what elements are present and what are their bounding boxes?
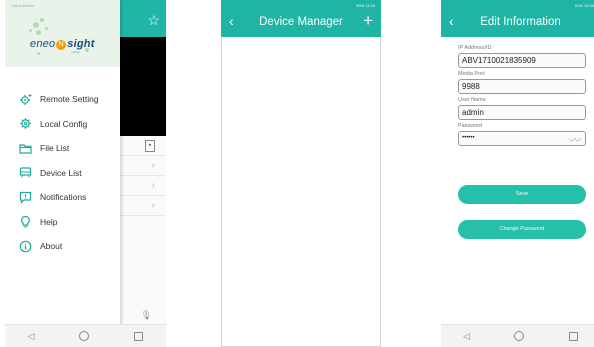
status-bar: 91% 10:55 (441, 0, 594, 10)
menu-item-device-list[interactable]: Device List (5, 161, 120, 186)
password-label: Password (458, 123, 483, 129)
menu-item-help[interactable]: Help (5, 210, 120, 235)
nav-recent-icon[interactable] (568, 331, 578, 341)
nav-home-icon[interactable] (514, 331, 525, 341)
menu-item-label: Notifications (40, 192, 87, 203)
page-title: Edit Information (480, 16, 561, 28)
menu-item-remote-setting[interactable]: Remote Setting (5, 87, 120, 112)
menu-item-notifications[interactable]: Notifications (5, 185, 120, 210)
nav-back-icon[interactable]: ◁ (463, 331, 470, 341)
menu-item-about[interactable]: About (5, 234, 120, 259)
password-value: •••••• (462, 135, 475, 141)
star-icon[interactable]: ☆ (147, 12, 160, 29)
list-row[interactable]: › (120, 156, 166, 176)
password-field[interactable]: •••••• ◡◡ (458, 131, 586, 146)
android-nav-bar: ◁ (5, 324, 166, 347)
menu-item-label: Device List (40, 167, 82, 178)
info-icon (19, 240, 32, 253)
user-name-field[interactable]: admin (458, 105, 586, 120)
app-bar: 90% 11:34 ‹ Device Manager + (221, 0, 381, 37)
drawer-header: China Mobile eneo Nsight mobile (5, 0, 120, 67)
list-row[interactable]: › (120, 176, 166, 196)
nav-home-icon[interactable] (79, 331, 90, 341)
list-row[interactable]: › (120, 196, 166, 216)
list-row: ▪ (120, 136, 166, 156)
microphone-icon[interactable]: 🎙 (141, 310, 152, 321)
menu-item-label: About (40, 241, 63, 252)
device-list-area (221, 37, 381, 347)
page-title: Device Manager (259, 16, 343, 28)
gear-plus-icon (19, 93, 32, 106)
chevron-right-icon: › (151, 180, 155, 191)
menu-item-file-list[interactable]: File List (5, 136, 120, 161)
menu-item-label: Help (40, 216, 58, 227)
nav-back-icon[interactable]: ◁ (28, 331, 35, 341)
nav-recent-icon[interactable] (134, 331, 144, 341)
edit-form: IP Address/ID ABV1710021835909 Media Por… (458, 42, 586, 148)
menu-item-label: Local Config (40, 118, 88, 129)
logo-subtitle: mobile (71, 50, 80, 54)
lightbulb-icon (19, 215, 32, 228)
chevron-right-icon: › (151, 200, 155, 211)
status-battery-time: 91% 10:55 (574, 2, 594, 8)
phone-side-menu-screen: ☆ ▪ › › › 🎙 China Mobile eneo N sight mo… (5, 0, 166, 347)
phone-edit-information-screen: 91% 10:55 ‹ Edit Information IP Address/… (441, 0, 594, 347)
android-nav-bar: ◁ (441, 324, 594, 347)
phone-device-manager-screen: 90% 11:34 ‹ Device Manager + (221, 0, 381, 347)
media-port-field[interactable]: 9988 (458, 79, 586, 94)
ip-address-field[interactable]: ABV1710021835909 (458, 53, 586, 68)
status-bar: China Mobile (5, 0, 120, 10)
save-button[interactable]: Save (458, 185, 586, 204)
status-carrier: China Mobile (11, 2, 35, 8)
ip-address-label: IP Address/ID (458, 45, 492, 51)
media-port-label: Media Port (458, 71, 485, 77)
menu-item-label: Remote Setting (40, 94, 99, 105)
gear-icon (19, 117, 32, 130)
user-name-label: User Name (458, 97, 486, 103)
drawer-menu: Remote Setting Local Config File List De… (5, 87, 120, 259)
status-battery-time: 90% 11:34 (356, 2, 375, 8)
alert-icon (19, 191, 32, 204)
change-password-button[interactable]: Change Password (458, 220, 586, 239)
show-password-eye-icon[interactable]: ◡◡ (569, 132, 581, 145)
menu-item-local-config[interactable]: Local Config (5, 112, 120, 137)
menu-item-label: File List (40, 143, 70, 154)
device-icon (19, 166, 32, 179)
channel-list-behind-drawer: ▪ › › › (120, 136, 166, 325)
folder-icon (19, 142, 32, 155)
navigation-drawer: China Mobile eneo Nsight mobile Remote S… (5, 0, 120, 325)
eneo-insight-logo: eneo Nsight (30, 38, 95, 50)
video-preview-area (120, 37, 166, 136)
chevron-right-icon: › (151, 160, 155, 171)
add-device-plus-icon[interactable]: + (363, 11, 373, 31)
status-bar: 90% 11:34 (221, 0, 381, 10)
select-box-icon[interactable]: ▪ (145, 139, 155, 152)
app-bar: 91% 10:55 ‹ Edit Information (441, 0, 594, 37)
